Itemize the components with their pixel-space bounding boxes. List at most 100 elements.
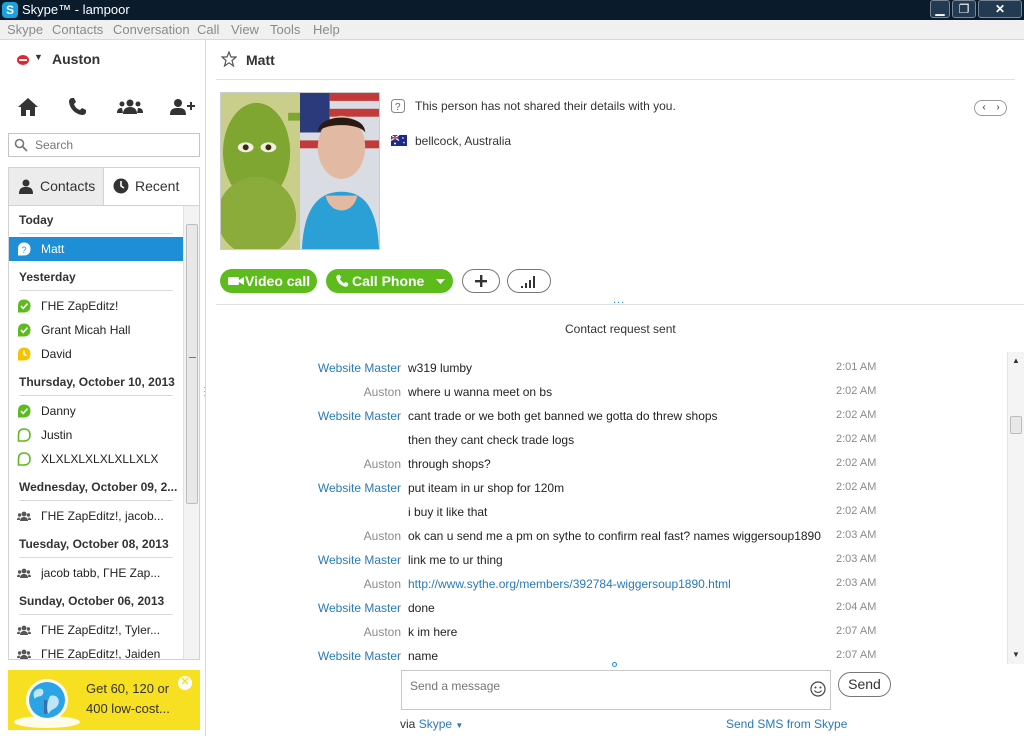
chat-message[interactable]: Website Master w319 lumby 2:01 AM [216, 355, 1015, 379]
recent-contact-name: Matt [41, 242, 65, 256]
svg-text:?: ? [22, 245, 27, 255]
emoticon-icon[interactable] [810, 681, 826, 697]
recent-contact-item[interactable]: ΓΗΕ ZapEditz!, Jaiden [9, 642, 183, 659]
menu-tools[interactable]: Tools [270, 22, 300, 37]
call-phone-button[interactable]: Call Phone [326, 269, 453, 293]
menu-call[interactable]: Call [197, 22, 219, 37]
message-sender[interactable]: Auston [364, 625, 401, 639]
message-text: ok can u send me a pm on sythe to confir… [408, 529, 821, 543]
recent-contact-item[interactable]: ΓΗΕ ZapEditz!, jacob... [9, 504, 183, 528]
recent-contact-item[interactable]: XLXLXLXLXLXLLXLX [9, 447, 183, 471]
message-text: name [408, 649, 439, 662]
menu-help[interactable]: Help [313, 22, 340, 37]
compose-resize-handle[interactable] [612, 662, 617, 667]
recent-contact-item[interactable]: ΓΗΕ ZapEditz! [9, 294, 183, 318]
status-icon[interactable] [16, 54, 30, 66]
chat-message[interactable]: i buy it like that 2:02 AM [216, 499, 1015, 523]
minimize-button[interactable]: ▁ [930, 0, 950, 18]
message-sender[interactable]: Auston [364, 577, 401, 591]
chat-message[interactable]: Website Master put iteam in ur shop for 1… [216, 475, 1015, 499]
message-input[interactable] [410, 678, 790, 694]
chat-message[interactable]: Auston http://www.sythe.org/members/39278… [216, 571, 1015, 595]
contacts-group-icon[interactable] [116, 95, 144, 119]
recent-contact-item[interactable]: David [9, 342, 183, 366]
call-options-dropdown-icon[interactable] [436, 279, 445, 284]
message-timestamp: 2:04 AM [836, 601, 877, 613]
tab-contacts[interactable]: Contacts [8, 167, 104, 205]
chat-message[interactable]: Website Master name 2:07 AM [216, 643, 1015, 662]
presence-offline-green-icon [17, 428, 31, 442]
recent-list-scrollbar[interactable] [183, 206, 199, 659]
send-via-dropdown-icon[interactable]: ▼ [455, 721, 463, 730]
call-icon[interactable] [64, 95, 92, 119]
message-sender[interactable]: Website Master [318, 601, 401, 615]
message-composer[interactable] [401, 670, 831, 710]
chat-message[interactable]: Auston through shops? 2:02 AM [216, 451, 1015, 475]
menu-view[interactable]: View [231, 22, 259, 37]
signal-strength-icon [521, 276, 535, 288]
skype-window: S Skype™ - lampoor ▁ ❐ ✕ Skype Contacts … [0, 0, 1024, 736]
chat-scrollbar[interactable]: ▲ ▼ [1007, 352, 1024, 664]
message-sender[interactable]: Auston [364, 529, 401, 543]
send-via-selector[interactable]: Skype [419, 717, 452, 731]
recent-list: Today? Matt Yesterday ΓΗΕ ZapEditz! Grant Mi… [8, 205, 200, 660]
promo-banner[interactable]: Get 60, 120 or 400 low-cost... ✕ [8, 670, 200, 730]
recent-contact-item[interactable]: ? Matt [9, 237, 183, 261]
pager-next-button[interactable]: › [991, 102, 1005, 113]
message-sender[interactable]: Auston [364, 385, 401, 399]
recent-contact-item[interactable]: ΓΗΕ ZapEditz!, Tyler... [9, 618, 183, 642]
favorite-star-icon[interactable] [221, 51, 237, 67]
chat-message[interactable]: Auston k im here 2:07 AM [216, 619, 1015, 643]
clock-icon [113, 178, 129, 194]
add-to-conversation-button[interactable] [462, 269, 500, 293]
recent-contact-name: jacob tabb, ΓΗΕ Zap... [41, 566, 161, 580]
scroll-down-icon[interactable]: ▼ [1012, 650, 1020, 659]
tab-recent-label: Recent [135, 178, 180, 194]
chat-message[interactable]: Website Master done 2:04 AM [216, 595, 1015, 619]
contact-profile-picture[interactable] [220, 92, 380, 250]
search-icon [14, 138, 28, 152]
message-sender[interactable]: Website Master [318, 481, 401, 495]
info-question-icon: ? [391, 99, 405, 113]
recent-contact-item[interactable]: jacob tabb, ΓΗΕ Zap... [9, 561, 183, 585]
chat-message[interactable]: Website Master link me to ur thing 2:03 AM [216, 547, 1015, 571]
recent-contact-item[interactable]: Grant Micah Hall [9, 318, 183, 342]
message-text: cant trade or we both get banned we gott… [408, 409, 718, 423]
close-window-button[interactable]: ✕ [978, 0, 1022, 18]
recent-list-scroll-thumb[interactable] [186, 224, 198, 504]
message-sender[interactable]: Website Master [318, 409, 401, 423]
chat-message[interactable]: Website Master cant trade or we both get … [216, 403, 1015, 427]
menu-contacts[interactable]: Contacts [52, 22, 103, 37]
menu-conversation[interactable]: Conversation [113, 22, 190, 37]
home-icon[interactable] [14, 95, 42, 119]
chat-message[interactable]: then they cant check trade logs 2:02 AM [216, 427, 1015, 451]
send-button[interactable]: Send [838, 672, 891, 697]
message-sender[interactable]: Website Master [318, 553, 401, 567]
chat-message[interactable]: Auston ok can u send me a pm on sythe to … [216, 523, 1015, 547]
add-contact-icon[interactable] [168, 95, 196, 119]
profile-name[interactable]: Auston [52, 51, 100, 67]
chat-message[interactable]: Auston where u wanna meet on bs 2:02 AM [216, 379, 1015, 403]
profile-bar[interactable]: ▼ Auston [10, 50, 200, 72]
message-sender[interactable]: Website Master [318, 649, 401, 662]
recent-contact-item[interactable]: Danny [9, 399, 183, 423]
promo-close-icon[interactable]: ✕ [178, 676, 192, 690]
scroll-up-icon[interactable]: ▲ [1012, 356, 1020, 365]
tab-recent[interactable]: Recent [104, 167, 200, 205]
maximize-button[interactable]: ❐ [952, 0, 976, 18]
message-link[interactable]: http://www.sythe.org/members/392784-wigg… [408, 577, 731, 591]
search-input[interactable] [35, 137, 195, 153]
recent-contact-item[interactable]: Justin [9, 423, 183, 447]
message-sender[interactable]: Website Master [318, 361, 401, 375]
promo-text[interactable]: Get 60, 120 or 400 low-cost... [86, 679, 186, 719]
menu-skype[interactable]: Skype [7, 22, 43, 37]
call-quality-button[interactable] [507, 269, 551, 293]
search-box[interactable] [8, 133, 200, 157]
pager-prev-button[interactable]: ‹ [977, 102, 991, 113]
chat-scroll-thumb[interactable] [1010, 416, 1022, 434]
video-call-button[interactable]: Video call [220, 269, 317, 293]
status-dropdown-icon[interactable]: ▼ [34, 52, 43, 62]
group-chat-icon [17, 647, 31, 659]
send-sms-link[interactable]: Send SMS from Skype [726, 717, 847, 731]
message-sender[interactable]: Auston [364, 457, 401, 471]
